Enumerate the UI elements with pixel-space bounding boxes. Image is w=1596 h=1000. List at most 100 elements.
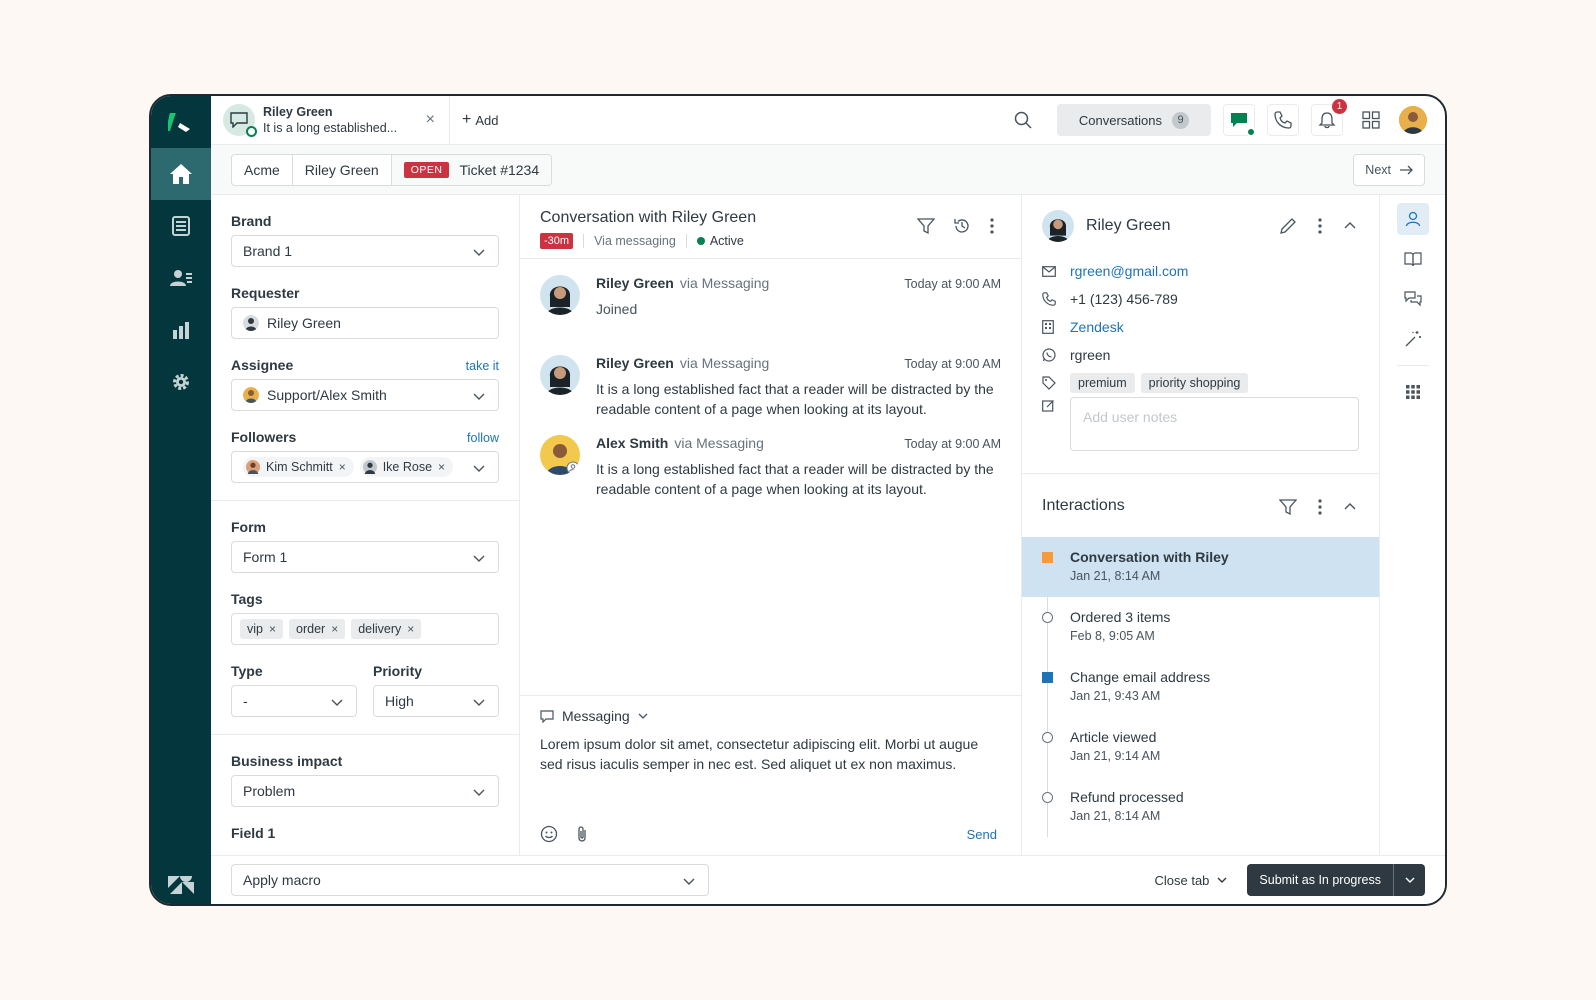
interaction-date: Feb 8, 9:05 AM bbox=[1070, 629, 1155, 643]
followers-label: Followers follow bbox=[231, 429, 499, 445]
interaction-item[interactable]: Ordered 3 items Feb 8, 9:05 AM bbox=[1022, 597, 1379, 657]
agent-avatar[interactable] bbox=[1399, 106, 1427, 134]
follower-chip[interactable]: Kim Schmitt × bbox=[243, 457, 354, 477]
brand-select[interactable]: Brand 1 bbox=[231, 235, 499, 267]
chevron-down-icon bbox=[473, 249, 485, 256]
active-dot bbox=[696, 237, 705, 245]
tags-field[interactable]: vip × order × delivery × bbox=[231, 613, 499, 645]
user-tag[interactable]: priority shopping bbox=[1140, 373, 1249, 393]
chevron-down-icon bbox=[473, 465, 485, 472]
whatsapp-icon bbox=[1042, 348, 1056, 362]
close-tab-icon[interactable]: × bbox=[426, 111, 435, 129]
zendesk-logo[interactable] bbox=[151, 96, 211, 148]
interaction-date: Jan 21, 9:14 AM bbox=[1070, 749, 1161, 763]
priority-select[interactable]: High bbox=[373, 685, 499, 717]
filter-icon[interactable] bbox=[917, 217, 935, 235]
phone-icon bbox=[1274, 111, 1292, 129]
apply-macro-select[interactable]: Apply macro bbox=[231, 864, 709, 896]
requester-field[interactable]: Riley Green bbox=[231, 307, 499, 339]
notifications-button[interactable]: 1 bbox=[1311, 99, 1347, 136]
submit-button[interactable]: Submit as In progress bbox=[1247, 864, 1393, 896]
search-button[interactable] bbox=[1011, 108, 1035, 132]
followers-field[interactable]: Kim Schmitt × Ike Rose × bbox=[231, 451, 499, 483]
assignee-select[interactable]: Support/Alex Smith bbox=[231, 379, 499, 411]
chevron-down-icon bbox=[473, 555, 485, 562]
more-options-icon[interactable] bbox=[1317, 217, 1323, 235]
conversations-button[interactable]: Conversations 9 bbox=[1056, 104, 1211, 136]
sla-badge: -30m bbox=[540, 233, 574, 249]
conversations-label: Conversations bbox=[1078, 112, 1162, 128]
interaction-title: Article viewed bbox=[1070, 729, 1157, 745]
send-button[interactable]: Send bbox=[967, 827, 997, 842]
phone-button[interactable] bbox=[1267, 104, 1299, 136]
user-email-row: rgreen@gmail.com bbox=[1022, 257, 1379, 285]
more-options-icon[interactable] bbox=[1317, 498, 1323, 516]
knowledge-button[interactable] bbox=[1397, 243, 1429, 275]
attachment-icon[interactable] bbox=[576, 825, 588, 843]
next-ticket-button[interactable]: Next bbox=[1353, 153, 1425, 186]
add-tab-button[interactable]: + Add bbox=[450, 111, 498, 129]
agent-avatar bbox=[540, 435, 580, 475]
take-it-link[interactable]: take it bbox=[466, 359, 499, 373]
user-tag[interactable]: premium bbox=[1070, 373, 1135, 393]
filter-icon[interactable] bbox=[1279, 498, 1297, 516]
follow-link[interactable]: follow bbox=[467, 431, 499, 445]
submit-options-button[interactable] bbox=[1393, 864, 1425, 896]
chevron-up-icon[interactable] bbox=[1343, 498, 1357, 516]
online-status-dot bbox=[1246, 127, 1256, 137]
interaction-item[interactable]: Conversation with Riley Jan 21, 8:14 AM bbox=[1022, 537, 1379, 597]
nav-customers[interactable] bbox=[151, 252, 211, 304]
tab-requester-name: Riley Green bbox=[263, 105, 333, 119]
breadcrumb: Acme Riley Green OPEN Ticket #1234 Next bbox=[211, 145, 1445, 195]
business-impact-select[interactable]: Problem bbox=[231, 775, 499, 807]
tag-chip[interactable]: delivery × bbox=[351, 619, 422, 639]
remove-icon[interactable]: × bbox=[438, 460, 445, 474]
breadcrumb-ticket[interactable]: OPEN Ticket #1234 bbox=[391, 154, 552, 185]
breadcrumb-org[interactable]: Acme bbox=[232, 154, 293, 185]
remove-icon[interactable]: × bbox=[331, 622, 338, 636]
grid-icon bbox=[1362, 111, 1380, 129]
composer-input[interactable]: Lorem ipsum dolor sit amet, consectetur … bbox=[540, 734, 1001, 774]
user-email[interactable]: rgreen@gmail.com bbox=[1070, 263, 1188, 279]
nav-reporting[interactable] bbox=[151, 304, 211, 356]
nav-admin[interactable] bbox=[151, 356, 211, 408]
follower-chip[interactable]: Ike Rose × bbox=[359, 457, 454, 477]
intelligence-button[interactable] bbox=[1397, 323, 1429, 355]
ticket-number: Ticket #1234 bbox=[459, 161, 540, 178]
interaction-item[interactable]: Change email address Jan 21, 9:43 AM bbox=[1022, 657, 1379, 717]
user-organization[interactable]: Zendesk bbox=[1070, 319, 1124, 335]
chevron-up-icon[interactable] bbox=[1343, 217, 1357, 235]
tag-chip[interactable]: vip × bbox=[240, 619, 283, 639]
remove-icon[interactable]: × bbox=[407, 622, 414, 636]
interaction-item[interactable]: Refund processed Jan 21, 8:14 AM bbox=[1022, 777, 1379, 837]
tag-chip[interactable]: order × bbox=[289, 619, 346, 639]
type-select[interactable]: - bbox=[231, 685, 357, 717]
customer-context-button[interactable] bbox=[1396, 203, 1429, 235]
chevron-down-icon bbox=[683, 878, 695, 885]
channel-selector[interactable]: Messaging bbox=[540, 708, 1001, 724]
emoji-icon[interactable] bbox=[540, 825, 558, 843]
nav-views[interactable] bbox=[151, 200, 211, 252]
apps-button[interactable] bbox=[1355, 104, 1387, 136]
interaction-item[interactable]: Article viewed Jan 21, 9:14 AM bbox=[1022, 717, 1379, 777]
close-tab-select[interactable]: Close tab bbox=[1154, 873, 1227, 888]
requester-avatar bbox=[540, 355, 580, 395]
breadcrumb-requester[interactable]: Riley Green bbox=[293, 154, 392, 185]
remove-icon[interactable]: × bbox=[339, 460, 346, 474]
chat-icon bbox=[223, 104, 257, 137]
follower-avatar bbox=[246, 460, 260, 474]
history-icon[interactable] bbox=[953, 217, 971, 235]
edit-icon[interactable] bbox=[1279, 217, 1297, 235]
more-options-icon[interactable] bbox=[989, 217, 995, 235]
interaction-date: Jan 21, 8:14 AM bbox=[1070, 569, 1161, 583]
app-window: Riley Green It is a long established... … bbox=[149, 94, 1447, 906]
form-select[interactable]: Form 1 bbox=[231, 541, 499, 573]
views-icon bbox=[172, 216, 190, 236]
side-conversations-button[interactable] bbox=[1397, 283, 1429, 315]
user-notes-input[interactable]: Add user notes bbox=[1070, 397, 1359, 451]
messaging-status-button[interactable] bbox=[1223, 104, 1256, 137]
remove-icon[interactable]: × bbox=[269, 622, 276, 636]
apps-button[interactable] bbox=[1397, 376, 1429, 408]
conversation-tab[interactable]: Riley Green It is a long established... … bbox=[211, 96, 450, 145]
nav-home[interactable] bbox=[151, 148, 211, 200]
